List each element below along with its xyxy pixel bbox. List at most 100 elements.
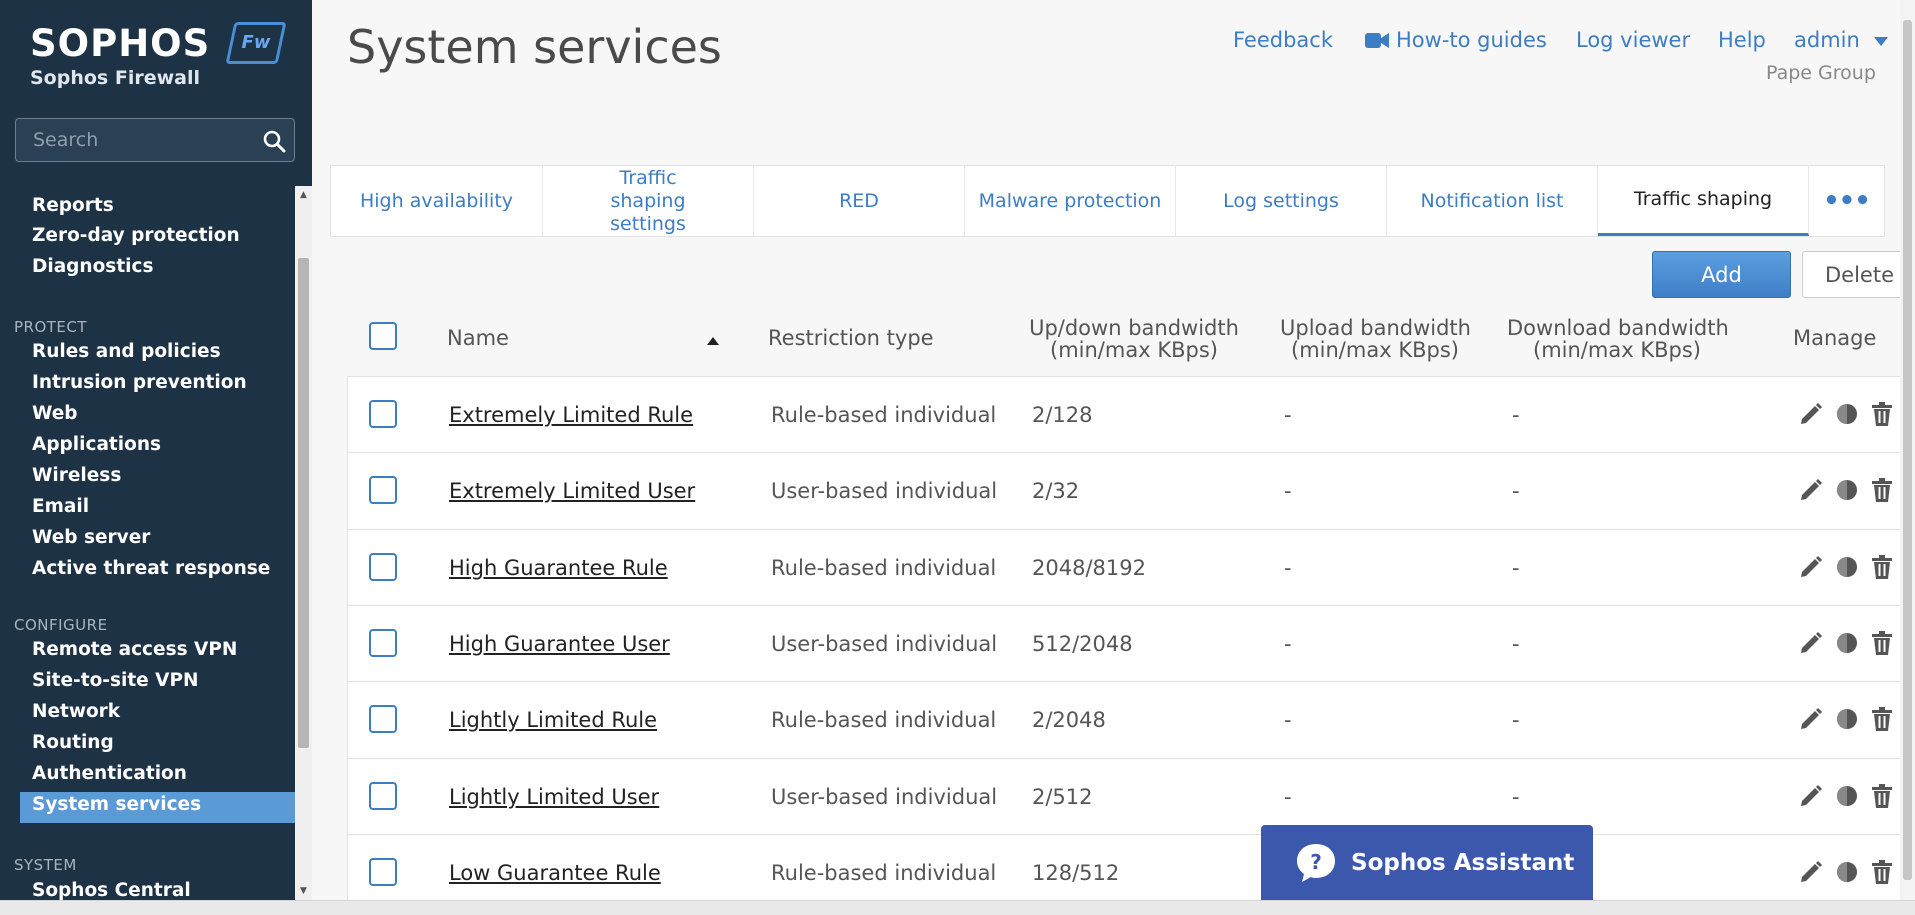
- tab-traffic-shaping[interactable]: Traffic shaping: [1598, 166, 1809, 236]
- nav-item-email[interactable]: Email: [32, 496, 89, 517]
- toggle-icon[interactable]: [1834, 630, 1860, 656]
- rule-name-link[interactable]: High Guarantee Rule: [449, 530, 668, 606]
- toggle-icon[interactable]: [1834, 401, 1860, 427]
- nav-item-routing[interactable]: Routing: [32, 732, 114, 753]
- column-header-restriction-type: Restriction type: [768, 326, 934, 350]
- more-icon[interactable]: •••: [1809, 166, 1884, 236]
- edit-icon[interactable]: [1798, 859, 1824, 885]
- caret-down-icon[interactable]: [1874, 37, 1888, 46]
- rule-name-link[interactable]: Lightly Limited Rule: [449, 682, 657, 758]
- tab-traffic-shaping-settings[interactable]: Traffic shaping settings: [543, 166, 754, 236]
- feedback-link[interactable]: Feedback: [1233, 28, 1333, 52]
- tab-red[interactable]: RED: [754, 166, 965, 236]
- rule-name-link[interactable]: Extremely Limited Rule: [449, 377, 693, 453]
- nav-item-sophos-central[interactable]: Sophos Central: [32, 880, 191, 900]
- trash-icon[interactable]: [1870, 477, 1894, 503]
- edit-icon[interactable]: [1798, 783, 1824, 809]
- page-horizontal-scrollbar[interactable]: [0, 900, 1915, 915]
- row-manage-actions: [1798, 554, 1894, 580]
- sidebar-scroll-thumb[interactable]: [298, 258, 309, 748]
- download-bandwidth-cell: -: [1512, 784, 1520, 809]
- row-checkbox[interactable]: [369, 705, 397, 734]
- nav-item-authentication[interactable]: Authentication: [32, 763, 187, 784]
- upload-bandwidth-cell: -: [1284, 555, 1292, 580]
- admin-menu[interactable]: admin: [1794, 28, 1860, 52]
- row-checkbox[interactable]: [369, 628, 397, 657]
- nav-item-intrusion-prevention[interactable]: Intrusion prevention: [32, 372, 247, 393]
- scroll-down-icon[interactable]: ▼: [297, 884, 310, 898]
- add-button[interactable]: Add: [1652, 251, 1791, 298]
- page-vertical-scroll-thumb[interactable]: [1903, 20, 1912, 880]
- row-checkbox[interactable]: [369, 400, 397, 428]
- how-to-guides-link[interactable]: How-to guides: [1396, 28, 1547, 52]
- help-link[interactable]: Help: [1718, 28, 1766, 52]
- nav-item-web-server[interactable]: Web server: [32, 527, 150, 548]
- sophos-assistant-button[interactable]: ? Sophos Assistant: [1261, 825, 1593, 900]
- nav-item-web[interactable]: Web: [32, 403, 78, 424]
- row-checkbox[interactable]: [369, 552, 397, 581]
- row-checkbox[interactable]: [369, 476, 397, 505]
- restriction-type-cell: Rule-based individual: [771, 555, 997, 580]
- nav-section-configure: CONFIGURE: [14, 616, 108, 634]
- updown-bandwidth-cell: 512/2048: [1032, 631, 1133, 656]
- nav-item-remote-access-vpn[interactable]: Remote access VPN: [32, 639, 237, 660]
- edit-icon[interactable]: [1798, 554, 1824, 580]
- table-row: High Guarantee User User-based individual…: [348, 604, 1915, 682]
- search-input[interactable]: Search: [15, 118, 295, 162]
- log-viewer-link[interactable]: Log viewer: [1576, 28, 1690, 52]
- nav-item-rules-and-policies[interactable]: Rules and policies: [32, 341, 221, 362]
- trash-icon[interactable]: [1870, 630, 1894, 656]
- toggle-icon[interactable]: [1834, 477, 1860, 503]
- column-header-upload-unit: (min/max KBps): [1291, 338, 1459, 362]
- trash-icon[interactable]: [1870, 783, 1894, 809]
- edit-icon[interactable]: [1798, 401, 1824, 427]
- sort-asc-icon[interactable]: [707, 337, 719, 345]
- nav-item-zero-day-protection[interactable]: Zero-day protection: [32, 225, 240, 246]
- table-row: Low Guarantee Rule Rule-based individual 1…: [348, 833, 1915, 906]
- nav-item-system-services[interactable]: System services: [32, 794, 201, 815]
- tab-log-settings[interactable]: Log settings: [1176, 166, 1387, 236]
- search-icon[interactable]: [262, 129, 286, 153]
- nav-section-system: SYSTEM: [14, 856, 77, 874]
- tab-notification-list[interactable]: Notification list: [1387, 166, 1598, 236]
- rule-name-link[interactable]: Lightly Limited User: [449, 759, 659, 835]
- row-manage-actions: [1798, 783, 1894, 809]
- rule-name-link[interactable]: High Guarantee User: [449, 606, 670, 682]
- row-checkbox[interactable]: [369, 857, 397, 886]
- nav-item-network[interactable]: Network: [32, 701, 120, 722]
- tab-malware-protection[interactable]: Malware protection: [965, 166, 1176, 236]
- nav-item-active-threat-response[interactable]: Active threat response: [32, 558, 270, 579]
- edit-icon[interactable]: [1798, 630, 1824, 656]
- edit-icon[interactable]: [1798, 706, 1824, 732]
- updown-bandwidth-cell: 2/2048: [1032, 708, 1106, 733]
- row-checkbox[interactable]: [369, 781, 397, 810]
- column-header-name[interactable]: Name: [447, 327, 509, 349]
- nav-item-site-to-site-vpn[interactable]: Site-to-site VPN: [32, 670, 199, 691]
- nav-item-applications[interactable]: Applications: [32, 434, 161, 455]
- toggle-icon[interactable]: [1834, 706, 1860, 732]
- select-all-checkbox[interactable]: [369, 322, 397, 350]
- tab-high-availability[interactable]: High availability: [331, 166, 543, 236]
- trash-icon[interactable]: [1870, 706, 1894, 732]
- nav-item-wireless[interactable]: Wireless: [32, 465, 121, 486]
- trash-icon[interactable]: [1870, 401, 1894, 427]
- nav-item-diagnostics[interactable]: Diagnostics: [32, 256, 153, 277]
- trash-icon[interactable]: [1870, 554, 1894, 580]
- toggle-icon[interactable]: [1834, 859, 1860, 885]
- rule-name-link[interactable]: Low Guarantee Rule: [449, 835, 661, 906]
- scroll-up-icon[interactable]: ▲: [297, 188, 310, 202]
- brand: SOPHOS Sophos Firewall: [30, 22, 210, 89]
- upload-bandwidth-cell: -: [1284, 708, 1292, 733]
- tab-bar: High availability Traffic shaping settin…: [330, 165, 1885, 237]
- table-row: Extremely Limited Rule Rule-based individ…: [348, 376, 1915, 452]
- table-body: Extremely Limited Rule Rule-based individ…: [347, 376, 1915, 906]
- edit-icon[interactable]: [1798, 477, 1824, 503]
- toggle-icon[interactable]: [1834, 783, 1860, 809]
- question-bubble-icon: ?: [1297, 843, 1335, 882]
- delete-button[interactable]: Delete: [1802, 251, 1905, 298]
- nav-item-reports[interactable]: Reports: [32, 195, 114, 216]
- toggle-icon[interactable]: [1834, 554, 1860, 580]
- table-row: High Guarantee Rule Rule-based individual…: [348, 528, 1915, 606]
- rule-name-link[interactable]: Extremely Limited User: [449, 453, 695, 529]
- trash-icon[interactable]: [1870, 859, 1894, 885]
